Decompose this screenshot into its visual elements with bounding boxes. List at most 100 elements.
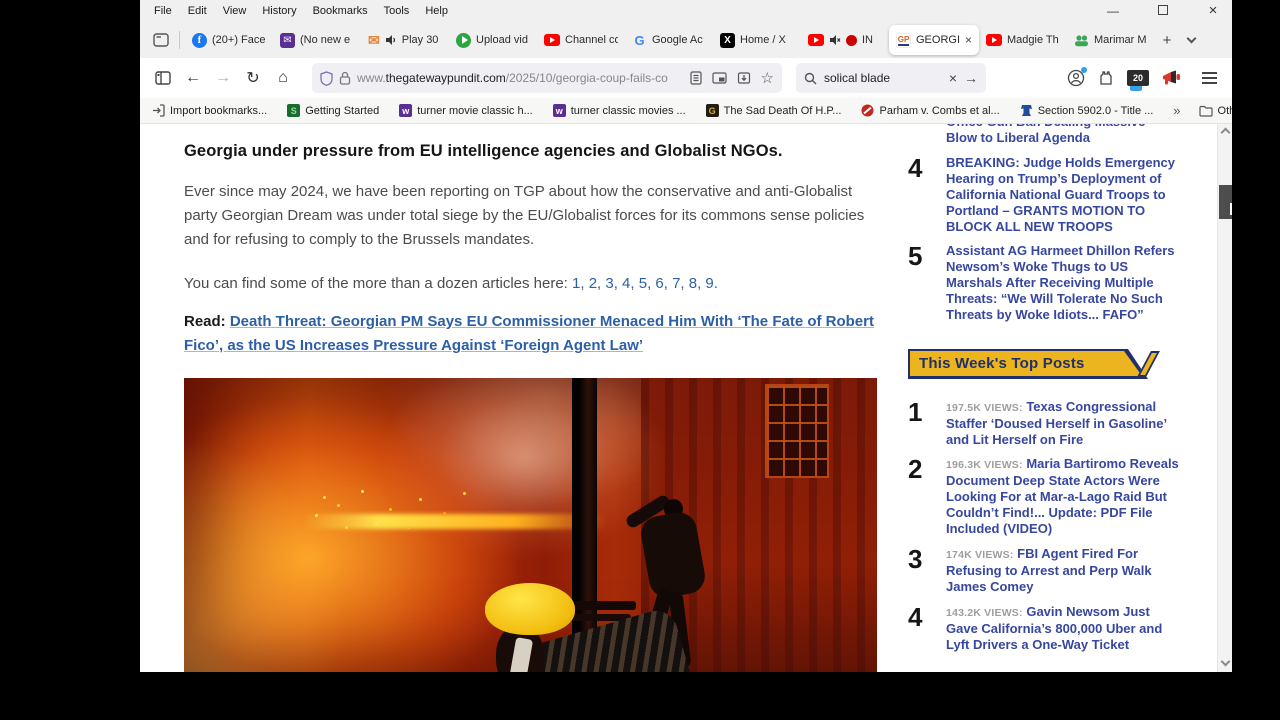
tab-google[interactable]: Google Ac: [625, 25, 713, 55]
article-image[interactable]: [184, 378, 877, 672]
overflow-chevron-icon[interactable]: »: [1173, 103, 1180, 118]
lock-icon[interactable]: [339, 71, 351, 85]
tab-separator: [179, 31, 180, 49]
url-domain: thegatewaypundit.com: [385, 71, 506, 85]
top-post-item[interactable]: 2 196.3K VIEWS: Maria Bartiromo Reveals …: [908, 456, 1180, 537]
post-title[interactable]: 143.2K VIEWS: Gavin Newsom Just Gave Cal…: [946, 604, 1180, 653]
trending-item[interactable]: 4 BREAKING: Judge Holds Emergency Hearin…: [908, 155, 1180, 235]
save-page-icon[interactable]: [737, 71, 751, 85]
browser-window: File Edit View History Bookmarks Tools H…: [140, 0, 1232, 672]
menu-edit[interactable]: Edit: [180, 2, 215, 20]
youtube-icon: [808, 34, 824, 46]
address-bar[interactable]: www.thegatewaypundit.com/2025/10/georgia…: [312, 63, 782, 93]
article-number-links[interactable]: 1, 2, 3, 4, 5, 6, 7, 8, 9.: [572, 275, 718, 292]
maximize-button[interactable]: [1150, 1, 1176, 21]
menu-view[interactable]: View: [215, 2, 255, 20]
bookmark-star-icon[interactable]: ☆: [761, 69, 774, 87]
page-scrollbar[interactable]: [1217, 124, 1232, 672]
trending-sidebar: Office Gun Ban Dealing Massive Blow to L…: [908, 124, 1180, 653]
adblock-badge[interactable]: 20: [1127, 70, 1149, 91]
bookmark-label: Section 5902.0 - Title ...: [1037, 104, 1154, 117]
tab-x-home[interactable]: Home / X: [713, 25, 801, 55]
top-post-item[interactable]: 1 197.5K VIEWS: Texas Congressional Staf…: [908, 399, 1180, 448]
other-bookmarks-button[interactable]: Other Bookmarks: [1198, 104, 1232, 117]
sparks-shape: [322, 495, 326, 499]
menu-history[interactable]: History: [254, 2, 304, 20]
forward-button[interactable]: →: [208, 63, 238, 93]
sidebar-toggle-button[interactable]: [148, 63, 178, 93]
picture-in-picture-icon[interactable]: [711, 72, 727, 84]
bookmark-getting-started[interactable]: Getting Started: [287, 104, 379, 117]
firefox-view-button[interactable]: [148, 27, 174, 53]
search-bar[interactable]: solical blade × →: [796, 63, 986, 93]
account-button[interactable]: [1067, 67, 1087, 87]
tracking-shield-icon[interactable]: [320, 70, 333, 86]
bookmark-import[interactable]: Import bookmarks...: [152, 104, 267, 117]
search-input[interactable]: solical blade: [824, 71, 942, 85]
firefox-view-icon: [153, 33, 169, 47]
menu-file[interactable]: File: [146, 2, 180, 20]
article-read-line: Read: Death Threat: Georgian PM Says EU …: [184, 310, 877, 358]
minimize-button[interactable]: —: [1100, 1, 1126, 21]
close-button[interactable]: ×: [1200, 1, 1226, 21]
scroll-down-icon[interactable]: [1220, 656, 1231, 667]
menu-help[interactable]: Help: [417, 2, 456, 20]
top-post-item[interactable]: 3 174K VIEWS: FBI Agent Fired For Refusi…: [908, 546, 1180, 595]
tab-madgie[interactable]: Madgie Th: [979, 25, 1067, 55]
tab-georgia-active[interactable]: GEORGI ×: [889, 25, 979, 55]
maximize-icon: [1158, 5, 1168, 15]
trending-title[interactable]: BREAKING: Judge Holds Emergency Hearing …: [946, 155, 1180, 235]
trending-title[interactable]: Office Gun Ban Dealing Massive Blow to L…: [946, 124, 1180, 146]
tab-marimar[interactable]: Marimar M: [1067, 25, 1155, 55]
app-menu-button[interactable]: [1194, 63, 1224, 93]
read-label: Read:: [184, 313, 230, 330]
trending-title[interactable]: Assistant AG Harmeet Dhillon Refers News…: [946, 243, 1180, 323]
banner-title: This Week's Top Posts: [910, 351, 1142, 376]
bookmark-parham[interactable]: Parham v. Combs et al...: [861, 104, 1000, 117]
muted-speaker-icon[interactable]: [829, 34, 841, 46]
tab-live[interactable]: IN: [801, 25, 889, 55]
back-button[interactable]: ←: [178, 63, 208, 93]
reload-button[interactable]: ↻: [238, 63, 268, 93]
recording-dot-icon: [846, 34, 857, 46]
tab-label: Play 30: [401, 34, 439, 46]
menu-bookmarks[interactable]: Bookmarks: [305, 2, 376, 20]
bookmark-turner-classic[interactable]: turner classic movies ...: [552, 104, 686, 117]
tab-mail[interactable]: (No new e: [273, 25, 361, 55]
site-favicon: [399, 104, 413, 117]
article-paragraph: You can find some of the more than a doz…: [184, 272, 877, 296]
read-link[interactable]: Death Threat: Georgian PM Says EU Commis…: [184, 313, 874, 354]
scroll-up-icon[interactable]: [1220, 127, 1231, 138]
scrollbar-thumb[interactable]: [1219, 185, 1232, 219]
bookmark-section-5902[interactable]: Section 5902.0 - Title ...: [1020, 104, 1154, 117]
extension-icon[interactable]: [1098, 70, 1114, 86]
search-go-icon[interactable]: →: [964, 70, 978, 86]
post-number: 4: [908, 602, 922, 632]
tab-play[interactable]: Play 30: [361, 25, 449, 55]
tab-channel[interactable]: Channel co: [537, 25, 625, 55]
toolbar-right-buttons: 20: [1067, 63, 1224, 93]
reader-mode-icon[interactable]: [689, 71, 702, 85]
post-title[interactable]: 196.3K VIEWS: Maria Bartiromo Reveals Do…: [946, 456, 1180, 537]
tab-close-icon[interactable]: ×: [965, 33, 972, 47]
fireman-helmet-shape: [485, 582, 576, 635]
megaphone-icon[interactable]: [1162, 70, 1181, 86]
trending-item-partial[interactable]: Office Gun Ban Dealing Massive Blow to L…: [908, 124, 1180, 146]
search-clear-icon[interactable]: ×: [949, 70, 957, 86]
top-post-item[interactable]: 4 143.2K VIEWS: Gavin Newsom Just Gave C…: [908, 604, 1180, 653]
trending-item[interactable]: 5 Assistant AG Harmeet Dhillon Refers Ne…: [908, 243, 1180, 323]
bookmark-turner-movie[interactable]: turner movie classic h...: [399, 104, 533, 117]
new-tab-button[interactable]: +: [1155, 28, 1179, 52]
audio-playing-icon[interactable]: [385, 34, 397, 46]
post-title[interactable]: 174K VIEWS: FBI Agent Fired For Refusing…: [946, 546, 1180, 595]
view-count: 174K VIEWS:: [946, 549, 1014, 561]
menu-tools[interactable]: Tools: [376, 2, 418, 20]
tab-upload[interactable]: Upload vid: [449, 25, 537, 55]
post-title[interactable]: 197.5K VIEWS: Texas Congressional Staffe…: [946, 399, 1180, 448]
tab-facebook[interactable]: (20+) Face: [185, 25, 273, 55]
list-all-tabs-button[interactable]: [1179, 28, 1203, 52]
bookmark-label: Getting Started: [305, 104, 380, 117]
home-button[interactable]: ⌂: [268, 63, 298, 93]
bookmark-label: Other Bookmarks: [1217, 104, 1232, 117]
bookmark-sad-death[interactable]: The Sad Death Of H.P...: [705, 104, 841, 117]
